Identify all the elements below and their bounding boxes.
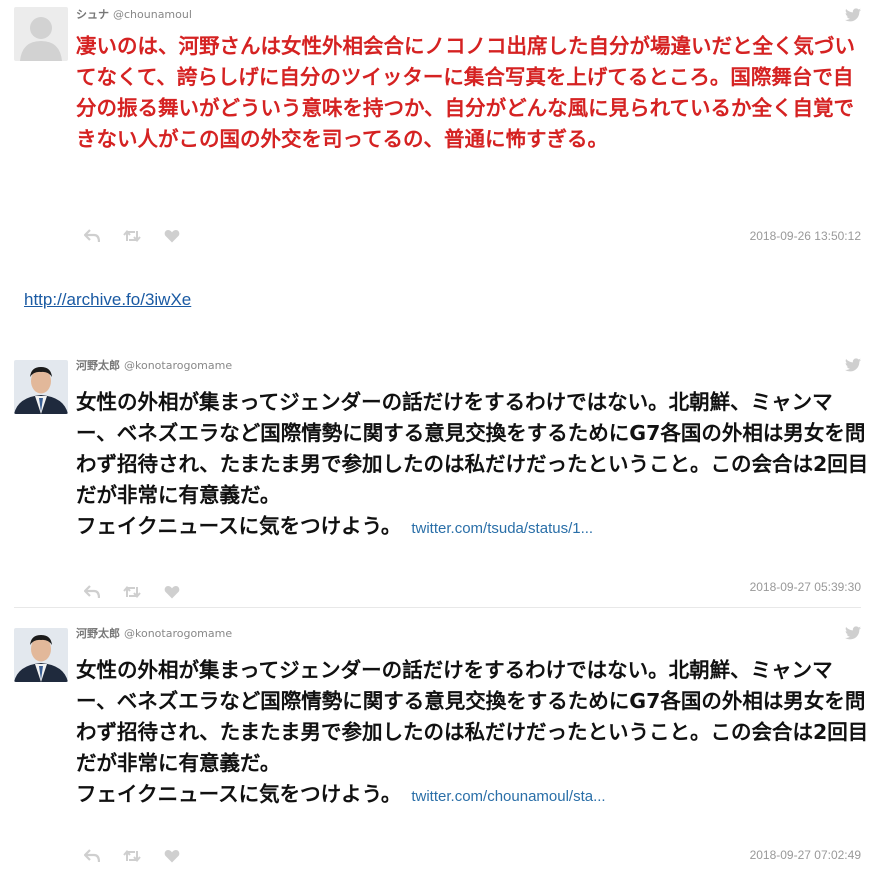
tweet-1: シュナ @chounamoul 凄いのは、河野さんは女性外相会合にノコノコ出席した… <box>0 0 875 260</box>
tweet-header: 河野太郎 @konotarogomame <box>76 357 232 373</box>
tweet-link[interactable]: twitter.com/chounamoul/sta... <box>411 788 605 805</box>
timestamp[interactable]: 2018-09-27 07:02:49 <box>750 848 861 862</box>
display-name[interactable]: 河野太郎 <box>76 627 120 640</box>
reply-icon[interactable] <box>84 228 100 243</box>
handle[interactable]: @konotarogomame <box>124 359 232 372</box>
reply-icon[interactable] <box>84 584 100 599</box>
divider <box>14 607 861 608</box>
like-icon[interactable] <box>164 585 180 599</box>
tweet-link[interactable]: twitter.com/tsuda/status/1... <box>411 520 593 537</box>
tweet-body-line2: フェイクニュースに気をつけよう。 <box>76 782 402 806</box>
retweet-icon[interactable] <box>123 849 141 863</box>
retweet-icon[interactable] <box>123 585 141 599</box>
avatar[interactable] <box>14 360 68 414</box>
handle[interactable]: @chounamoul <box>113 8 192 21</box>
display-name[interactable]: 河野太郎 <box>76 359 120 372</box>
tweet-body-line2: フェイクニュースに気をつけよう。 <box>76 514 402 538</box>
avatar[interactable] <box>14 628 68 682</box>
tweet-actions <box>84 845 198 863</box>
reply-icon[interactable] <box>84 848 100 863</box>
default-avatar-icon[interactable] <box>14 7 68 61</box>
tweet-header: 河野太郎 @konotarogomame <box>76 625 232 641</box>
handle[interactable]: @konotarogomame <box>124 627 232 640</box>
tweet-actions <box>84 581 198 599</box>
tweet-header: シュナ @chounamoul <box>76 6 192 22</box>
retweet-icon[interactable] <box>123 229 141 243</box>
tweet-body: 女性の外相が集まってジェンダーの話だけをするわけではない。北朝鮮、ミャンマー、ベ… <box>76 390 869 507</box>
like-icon[interactable] <box>164 849 180 863</box>
twitter-bird-icon[interactable] <box>845 8 861 22</box>
tweet-actions <box>84 225 198 243</box>
tweet-2: 河野太郎 @konotarogomame 女性の外相が集まってジェンダーの話だけを… <box>0 348 875 606</box>
twitter-bird-icon[interactable] <box>845 358 861 372</box>
tweet-text: 女性の外相が集まってジェンダーの話だけをするわけではない。北朝鮮、ミャンマー、ベ… <box>76 387 871 544</box>
tweet-text: 凄いのは、河野さんは女性外相会合にノコノコ出席した自分が場違いだと全く気づいてな… <box>76 34 855 151</box>
timestamp[interactable]: 2018-09-26 13:50:12 <box>750 229 861 243</box>
display-name[interactable]: シュナ <box>76 8 109 21</box>
archive-link[interactable]: http://archive.fo/3iwXe <box>24 290 191 310</box>
tweet-body: 女性の外相が集まってジェンダーの話だけをするわけではない。北朝鮮、ミャンマー、ベ… <box>76 658 869 775</box>
tweet-3: 河野太郎 @konotarogomame 女性の外相が集まってジェンダーの話だけを… <box>0 616 875 875</box>
tweet-text: 女性の外相が集まってジェンダーの話だけをするわけではない。北朝鮮、ミャンマー、ベ… <box>76 655 871 812</box>
twitter-bird-icon[interactable] <box>845 626 861 640</box>
like-icon[interactable] <box>164 229 180 243</box>
timestamp[interactable]: 2018-09-27 05:39:30 <box>750 580 861 594</box>
